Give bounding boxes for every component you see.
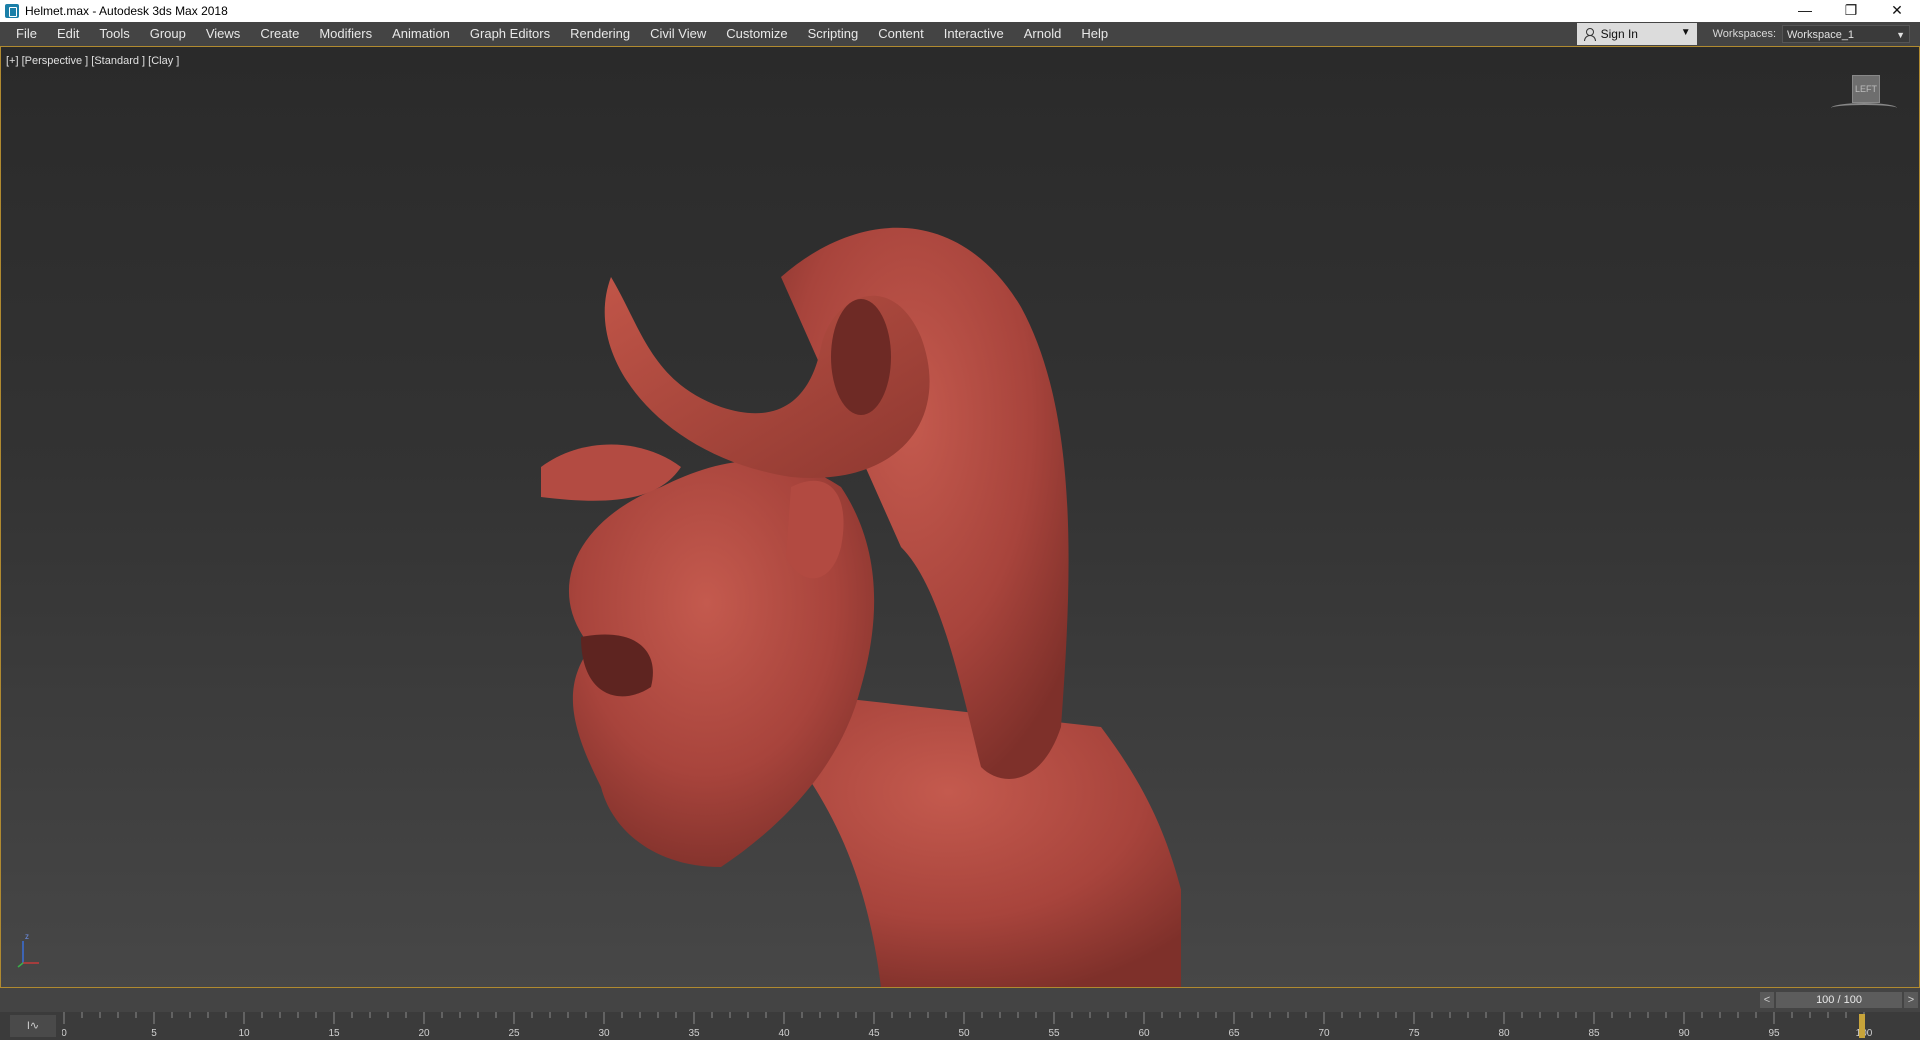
timeline-tick-label: 70 (1318, 1028, 1330, 1039)
timeline-tick-label: 60 (1138, 1028, 1150, 1039)
model-horn-hollow (831, 299, 891, 415)
perspective-viewport[interactable]: [+] [Perspective ] [Standard ] [Clay ] L… (0, 46, 1920, 988)
time-slider[interactable]: 100 / 100 (1776, 992, 1902, 1008)
menu-civil-view[interactable]: Civil View (640, 22, 716, 46)
prev-frame-button[interactable]: < (1760, 992, 1774, 1008)
current-time-marker[interactable] (1859, 1014, 1865, 1038)
workspace-dropdown[interactable]: Workspace_1 ▼ (1782, 25, 1910, 43)
menu-create[interactable]: Create (250, 22, 309, 46)
timeline-tick-label: 75 (1408, 1028, 1420, 1039)
sign-in-button[interactable]: Sign In ▼ (1576, 23, 1697, 45)
timeline-ruler[interactable]: 0510152025303540455055606570758085909510… (62, 1012, 1908, 1040)
app-logo-icon (5, 4, 19, 18)
timeline-tick-label: 95 (1768, 1028, 1780, 1039)
timeline-tick-label: 45 (868, 1028, 880, 1039)
timeline-tick-label: 5 (151, 1028, 157, 1039)
demon-helmet-model[interactable] (541, 167, 1181, 987)
main-menu: File Edit Tools Group Views Create Modif… (0, 22, 1577, 46)
menu-edit[interactable]: Edit (47, 22, 89, 46)
app-window: Helmet.max - Autodesk 3ds Max 2018 — ❐ ✕… (0, 0, 1920, 1040)
menu-graph-editors[interactable]: Graph Editors (460, 22, 560, 46)
axis-tripod: z (17, 932, 39, 968)
menu-tools[interactable]: Tools (89, 22, 139, 46)
timeline-tick-label: 30 (598, 1028, 610, 1039)
menu-animation[interactable]: Animation (382, 22, 460, 46)
menu-help[interactable]: Help (1071, 22, 1118, 46)
timeline-tick-label: 15 (328, 1028, 340, 1039)
menu-bar: File Edit Tools Group Views Create Modif… (0, 22, 1920, 46)
menu-arnold[interactable]: Arnold (1014, 22, 1072, 46)
timeline-tick-label: 10 (238, 1028, 250, 1039)
sign-in-label: Sign In (1600, 27, 1638, 41)
timeline-tick-label: 50 (958, 1028, 970, 1039)
svg-text:z: z (25, 932, 29, 941)
menu-modifiers[interactable]: Modifiers (309, 22, 382, 46)
time-slider-bar: < 100 / 100 > (0, 988, 1920, 1012)
menu-scripting[interactable]: Scripting (798, 22, 869, 46)
workspace-value: Workspace_1 (1787, 29, 1855, 41)
timeline-tick-label: 0 (62, 1028, 67, 1039)
menu-views[interactable]: Views (196, 22, 250, 46)
title-bar: Helmet.max - Autodesk 3ds Max 2018 — ❐ ✕ (0, 0, 1920, 22)
menu-group[interactable]: Group (140, 22, 196, 46)
minimize-button[interactable]: — (1782, 0, 1828, 22)
chevron-down-icon: ▼ (1896, 30, 1905, 40)
mini-curve-editor-icon[interactable]: I∿ (10, 1015, 56, 1037)
timeline-tick-label: 35 (688, 1028, 700, 1039)
next-frame-button[interactable]: > (1904, 992, 1918, 1008)
workspaces-label: Workspaces: (1712, 28, 1776, 40)
chevron-down-icon: ▼ (1680, 27, 1691, 38)
menu-interactive[interactable]: Interactive (934, 22, 1014, 46)
viewcube-face[interactable]: LEFT (1852, 75, 1880, 103)
close-button[interactable]: ✕ (1874, 0, 1920, 22)
menu-rendering[interactable]: Rendering (560, 22, 640, 46)
window-title: Helmet.max - Autodesk 3ds Max 2018 (25, 4, 228, 18)
timeline-tick-label: 85 (1588, 1028, 1600, 1039)
menu-file[interactable]: File (6, 22, 47, 46)
user-icon (1583, 28, 1596, 41)
timeline-tick-label: 65 (1228, 1028, 1240, 1039)
viewport-label[interactable]: [+] [Perspective ] [Standard ] [Clay ] (6, 55, 179, 67)
menu-customize[interactable]: Customize (716, 22, 797, 46)
track-bar[interactable]: I∿ 0 5 10 15 20 25 30 35 40 45 50 55 60 65 70 75 80 85 90 9… (0, 1012, 1920, 1040)
viewcube-ring[interactable] (1831, 103, 1897, 113)
timeline-tick-label: 80 (1498, 1028, 1510, 1039)
timeline-tick-label: 25 (508, 1028, 520, 1039)
viewcube[interactable]: LEFT (1831, 75, 1897, 115)
timeline-tick-label: 40 (778, 1028, 790, 1039)
window-controls: — ❐ ✕ (1782, 0, 1920, 22)
timeline-tick-label: 90 (1678, 1028, 1690, 1039)
timeline-tick-label: 55 (1048, 1028, 1060, 1039)
timeline-tick-label: 20 (418, 1028, 430, 1039)
menu-content[interactable]: Content (868, 22, 934, 46)
restore-button[interactable]: ❐ (1828, 0, 1874, 22)
